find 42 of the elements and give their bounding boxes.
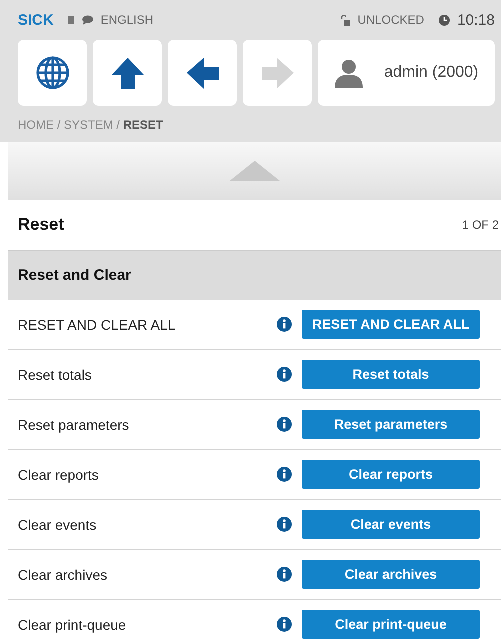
- row-label: Reset totals: [18, 366, 93, 382]
- language-button[interactable]: [18, 40, 87, 106]
- row-label: Clear events: [18, 516, 98, 532]
- section-header: Reset and Clear: [8, 251, 501, 300]
- row-label: Clear print-queue: [18, 616, 128, 632]
- logo: SICK: [18, 12, 54, 28]
- right-arrow-icon: [260, 55, 296, 91]
- globe-icon: [34, 55, 70, 91]
- action-button[interactable]: Reset totals: [302, 360, 480, 389]
- user-icon: [334, 58, 364, 88]
- row-label: Clear archives: [18, 566, 108, 582]
- left-arrow-icon: [184, 55, 220, 91]
- info-icon[interactable]: [277, 567, 292, 582]
- action-button[interactable]: Clear events: [302, 510, 480, 539]
- info-icon[interactable]: [277, 417, 292, 432]
- lock-status: UNLOCKED: [358, 13, 424, 27]
- info-icon[interactable]: [277, 617, 292, 632]
- clock-icon: [439, 14, 450, 26]
- user-button[interactable]: admin (2000): [318, 40, 495, 106]
- info-icon[interactable]: [277, 517, 292, 532]
- back-button[interactable]: [168, 40, 237, 106]
- padlock-icon: [340, 14, 351, 26]
- action-button[interactable]: RESET AND CLEAR ALL: [302, 310, 480, 339]
- row-label: RESET AND CLEAR ALL: [18, 316, 177, 332]
- up-triangle-icon: [230, 161, 280, 181]
- action-button[interactable]: Clear archives: [302, 560, 480, 589]
- action-button[interactable]: Reset parameters: [302, 410, 480, 439]
- breadcrumb: HOME / SYSTEM / RESET: [18, 117, 164, 134]
- clock-time: 10:18: [457, 12, 495, 28]
- action-button[interactable]: Clear reports: [302, 460, 480, 489]
- device-icon: [66, 15, 75, 25]
- language-label[interactable]: ENGLISH: [100, 13, 154, 27]
- action-button[interactable]: Clear print-queue: [302, 610, 480, 639]
- row-label: Reset parameters: [18, 416, 130, 432]
- up-button[interactable]: [93, 40, 162, 106]
- page-title: Reset: [18, 215, 64, 235]
- page-counter: 1 OF 2: [462, 218, 499, 232]
- row-label: Clear reports: [18, 466, 100, 482]
- info-icon[interactable]: [277, 467, 292, 482]
- info-icon[interactable]: [277, 367, 292, 382]
- info-icon[interactable]: [277, 317, 292, 332]
- speech-bubble-icon: [82, 15, 94, 25]
